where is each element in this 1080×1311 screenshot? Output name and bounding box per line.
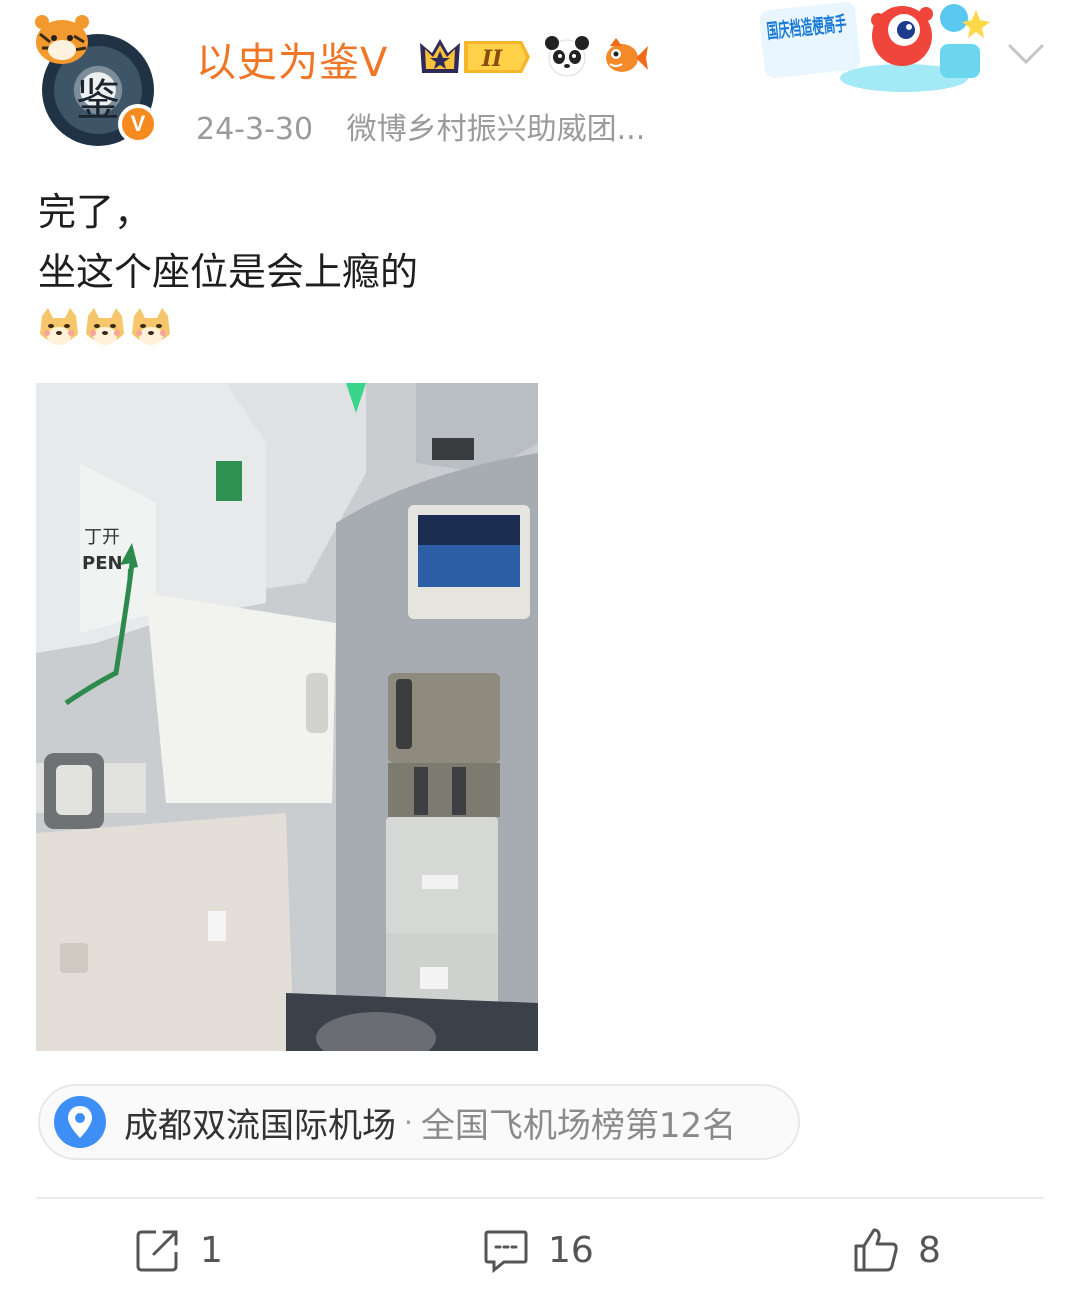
post-photo[interactable]: 丁开 PEN (36, 383, 538, 1051)
location-pin-icon (54, 1096, 106, 1148)
location-rank: 全国飞机场榜第12名 (420, 1105, 737, 1146)
repost-button[interactable]: 1 (134, 1226, 223, 1274)
doge-emoji-icon (132, 308, 170, 345)
chevron-down-icon[interactable] (1006, 40, 1046, 70)
promo-badge[interactable]: 国庆档造梗高手 (754, 0, 994, 100)
location-name: 成都双流国际机场 (124, 1105, 396, 1146)
like-count: 8 (918, 1229, 941, 1271)
level-badge-text: II (481, 46, 503, 72)
thumbs-up-icon (854, 1228, 898, 1272)
location-separator: · (404, 1105, 413, 1139)
comment-button[interactable]: 16 (482, 1226, 594, 1274)
svg-text:PEN: PEN (82, 553, 123, 574)
post-body: 完了， 坐这个座位是会上瘾的 (38, 182, 418, 302)
post-meta: 24-3-30 微博乡村振兴助威团... (196, 104, 645, 148)
post-source[interactable]: 微博乡村振兴助威团... (347, 112, 646, 147)
cabin-photo-illustration: 丁开 PEN (36, 383, 538, 1051)
svg-text:丁开: 丁开 (84, 527, 120, 548)
user-badges: II (418, 34, 648, 80)
post-text-line-1: 完了， (38, 190, 153, 234)
action-divider (36, 1197, 1044, 1199)
crown-badge-icon[interactable]: II (418, 35, 532, 79)
post-timestamp: 24-3-30 (196, 112, 314, 147)
emoji-row (38, 306, 172, 350)
avatar-container[interactable]: 鉴 V (30, 12, 160, 147)
location-tag[interactable]: 成都双流国际机场 · 全国飞机场榜第12名 (38, 1084, 800, 1160)
panda-icon[interactable] (544, 34, 590, 80)
tiger-decoration-icon (35, 15, 89, 64)
comment-icon (484, 1230, 528, 1274)
fish-icon[interactable] (602, 34, 648, 80)
action-bar: 1 16 8 (0, 1226, 1080, 1286)
repost-icon (136, 1230, 178, 1272)
repost-count: 1 (200, 1229, 223, 1271)
like-button[interactable]: 8 (852, 1226, 941, 1274)
doge-emoji-icon (86, 308, 124, 345)
verified-v-icon: V (118, 104, 158, 144)
comment-count: 16 (548, 1229, 594, 1271)
username[interactable]: 以史为鉴V (196, 30, 388, 88)
doge-emoji-icon (40, 308, 78, 345)
post-text-line-2: 坐这个座位是会上瘾的 (38, 250, 419, 294)
